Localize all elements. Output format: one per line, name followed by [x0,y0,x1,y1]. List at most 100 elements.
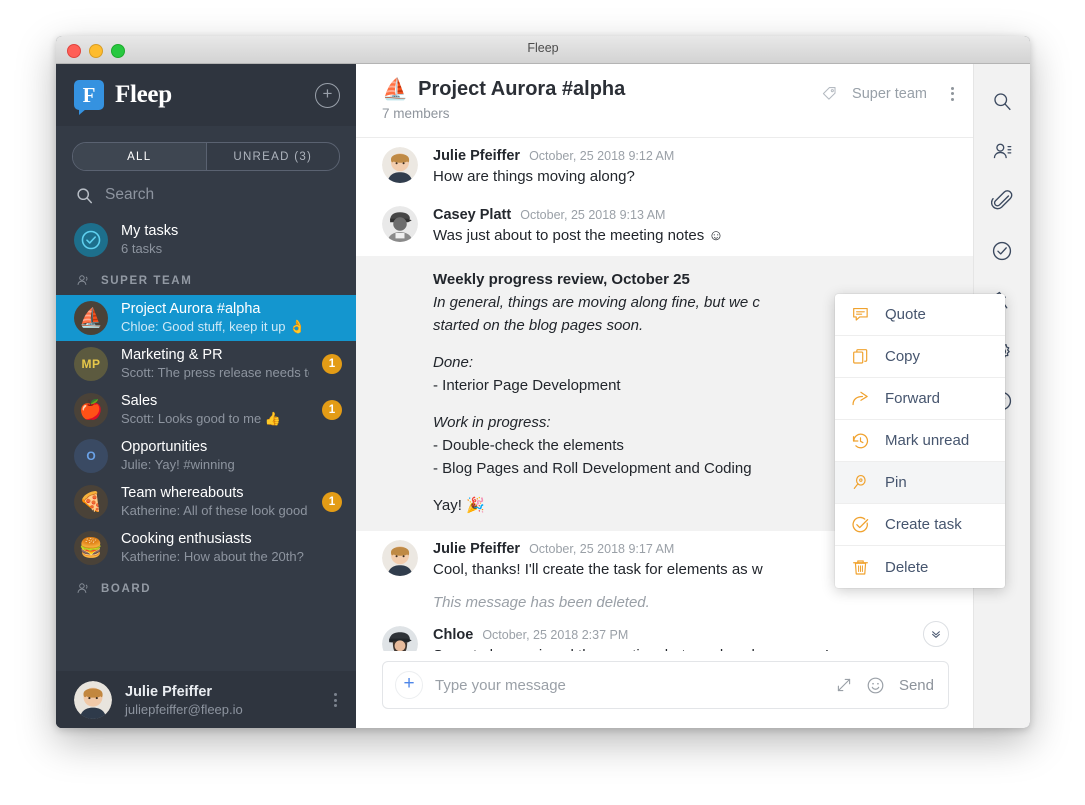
avatar [382,206,418,242]
context-menu-item-pin[interactable]: Pin [835,462,1005,504]
sidebar: F Fleep + ALL UNREAD (3) Search My tasks… [56,64,356,728]
context-menu-label: Mark unread [885,432,970,449]
members-icon [993,143,1011,158]
conversation-avatar: ⛵ [74,301,108,335]
conversation-avatar: 🍎 [74,393,108,427]
context-menu-item-delete[interactable]: Delete [835,546,1005,588]
message-input[interactable]: Type your message [435,677,824,694]
sidebar-item-team-whereabouts[interactable]: 🍕 Team whereabouts Katherine: All of the… [56,479,356,525]
conversation-title: Opportunities [121,439,208,455]
context-menu-label: Quote [885,306,926,323]
page-title: Project Aurora #alpha [418,78,626,100]
team-tag-label: Super team [852,85,927,102]
conversation-preview: Scott: The press release needs to b [121,365,309,380]
account-bar[interactable]: Julie Pfeiffer juliepfeiffer@fleep.io [56,671,356,728]
conversation-preview: Scott: Looks good to me 👍 [121,411,281,426]
group-label: BOARD [101,582,152,595]
context-menu-item-forward[interactable]: Forward [835,378,1005,420]
rail-tasks-button[interactable] [987,236,1017,266]
my-tasks-title: My tasks [121,223,179,239]
message-item: Julie Pfeiffer October, 25 2018 9:12 AM … [356,138,973,197]
message-item: Casey Platt October, 25 2018 9:13 AM Was… [356,197,973,256]
conversation-title: Sales [121,393,158,409]
scroll-to-bottom-button[interactable] [923,621,949,647]
attach-button[interactable]: + [395,671,423,699]
conversation-preview: Katherine: How about the 20th? [121,549,304,564]
account-menu-button[interactable] [328,691,342,710]
conversation-avatar: 🍕 [74,485,108,519]
conversation-title: Cooking enthusiasts [121,531,252,547]
deleted-message-notice: This message has been deleted. [433,594,650,611]
window-title-bar: Fleep [56,36,1030,64]
account-email: juliepfeiffer@fleep.io [125,701,243,717]
message-timestamp: October, 25 2018 2:37 PM [482,628,629,642]
conversation-header: ⛵ Project Aurora #alpha 7 members Super … [356,64,973,138]
julie-avatar-image [382,147,418,183]
conversation-title: Marketing & PR [121,347,223,363]
context-menu-item-mark-unread[interactable]: Mark unread [835,420,1005,462]
check-circle-icon [81,230,101,250]
conversation-avatar: O [74,439,108,473]
add-conversation-button[interactable]: + [315,82,340,108]
unread-badge: 1 [322,492,342,512]
julie-avatar-image [382,540,418,576]
context-menu-item-quote[interactable]: Quote [835,294,1005,336]
message-timestamp: October, 25 2018 9:12 AM [529,149,675,163]
sidebar-item-project-aurora[interactable]: ⛵ Project Aurora #alpha Chloe: Good stuf… [56,295,356,341]
message-author: Casey Platt [433,207,512,223]
conversation-menu-button[interactable] [945,84,959,103]
conversation-avatar: 🍔 [74,531,108,565]
conversation-preview: Katherine: All of these look good 👌 [121,503,309,518]
message-author: Julie Pfeiffer [433,148,521,164]
conversation-list: My tasks 6 tasks SUPER TEAM ⛵ Project Au… [56,217,356,671]
app-window: Fleep F Fleep + ALL UNREAD (3) Search My… [56,36,1030,728]
people-icon [77,583,88,593]
casey-avatar-image [382,206,418,242]
account-name: Julie Pfeiffer [125,683,213,700]
filter-tabs[interactable]: ALL UNREAD (3) [72,142,340,171]
check-circle-icon [851,515,870,534]
sidebar-item-my-tasks[interactable]: My tasks 6 tasks [56,217,356,263]
expand-arrow-icon[interactable] [836,677,852,693]
search-input[interactable]: Search [56,171,356,217]
tag-icon [822,87,836,100]
message-timestamp: October, 25 2018 9:17 AM [529,542,675,556]
my-tasks-subtitle: 6 tasks [121,241,163,256]
member-count: 7 members [382,106,450,121]
conversation-avatar: MP [74,347,108,381]
send-button[interactable]: Send [899,677,934,694]
check-circle-icon [992,241,1012,261]
context-menu-item-create-task[interactable]: Create task [835,504,1005,546]
group-header-super-team: SUPER TEAM [56,263,356,295]
context-menu-label: Copy [885,348,921,365]
quote-icon [851,305,870,324]
trash-icon [851,558,870,577]
tab-all[interactable]: ALL [73,143,206,170]
unread-badge: 1 [322,354,342,374]
unread-badge: 1 [322,400,342,420]
sidebar-item-sales[interactable]: 🍎 Sales Scott: Looks good to me 👍 1 [56,387,356,433]
conversation-preview: Chloe: Good stuff, keep it up 👌 [121,319,306,334]
tab-unread[interactable]: UNREAD (3) [207,143,340,170]
forward-arrow-icon [851,389,870,408]
group-header-board: BOARD [56,571,356,603]
rail-files-button[interactable] [987,186,1017,216]
sidebar-item-opportunities[interactable]: O Opportunities Julie: Yay! #winning [56,433,356,479]
search-placeholder: Search [105,186,155,203]
message-composer[interactable]: + Type your message Send [382,661,949,709]
message-title: Weekly progress review, October 25 [433,271,690,288]
copy-icon [851,347,870,366]
avatar [382,626,418,651]
message-item: Chloe October, 25 2018 2:37 PM Sorry to … [356,617,973,651]
smiley-icon[interactable] [866,676,885,695]
context-menu-item-copy[interactable]: Copy [835,336,1005,378]
sidebar-item-cooking-enthusiasts[interactable]: 🍔 Cooking enthusiasts Katherine: How abo… [56,525,356,571]
sidebar-item-marketing-pr[interactable]: MP Marketing & PR Scott: The press relea… [56,341,356,387]
rail-search-button[interactable] [987,86,1017,116]
message-context-menu[interactable]: Quote Copy Forward Mark unread Pin Creat… [835,294,1005,588]
context-menu-label: Forward [885,390,941,407]
rail-members-button[interactable] [987,136,1017,166]
brand-name: Fleep [115,81,172,108]
window-title: Fleep [527,41,559,55]
composer-area: + Type your message Send [356,651,973,728]
